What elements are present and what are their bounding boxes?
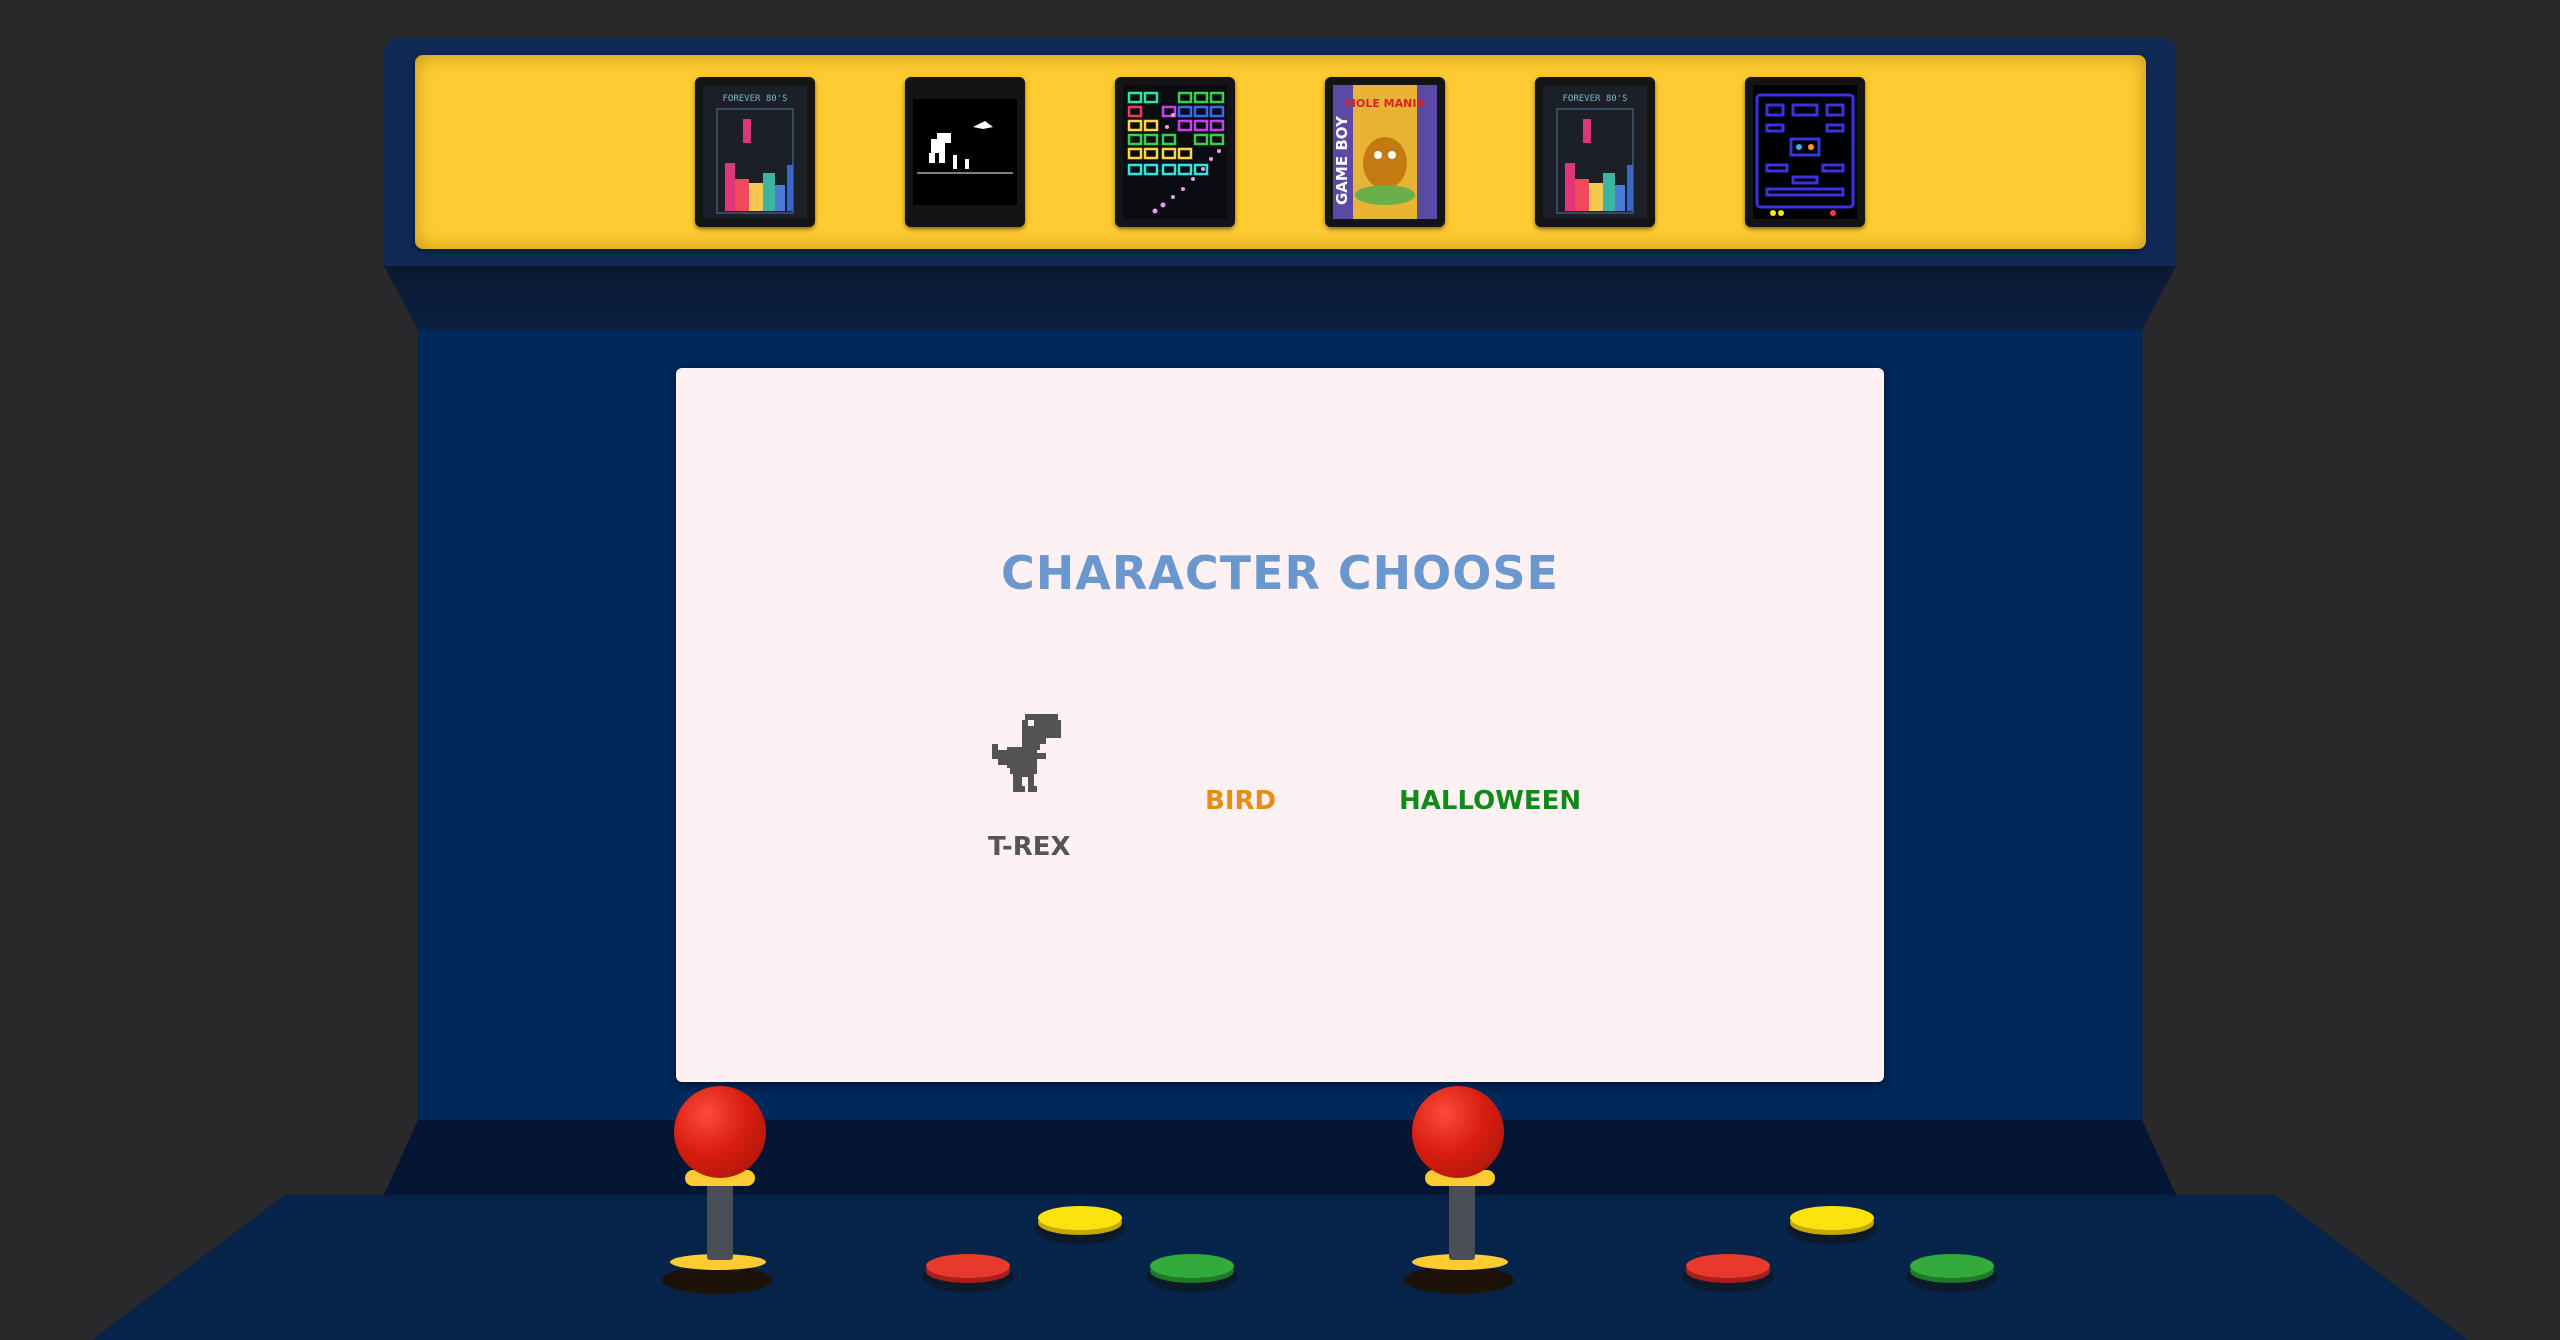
pac-man-cover-icon bbox=[1753, 85, 1857, 219]
dino-cover-icon bbox=[913, 99, 1017, 205]
joystick-shadow bbox=[1404, 1266, 1514, 1294]
player-2-green-button[interactable] bbox=[1910, 1254, 1994, 1278]
joystick-ball-icon[interactable] bbox=[1412, 1086, 1504, 1178]
game-screen: CHARACTER CHOOSE T-REX BIRD HALLOWEEN bbox=[676, 368, 1884, 1082]
tetris-cover-icon: FOREVER 80'S bbox=[703, 85, 807, 219]
player-2-yellow-button[interactable] bbox=[1790, 1206, 1874, 1230]
cabinet-lower-neck bbox=[384, 1120, 2176, 1195]
control-deck bbox=[92, 1195, 2468, 1340]
cartridge-mole-mania[interactable]: GAME BOY MOLE MANIA bbox=[1325, 77, 1445, 227]
screen-title: CHARACTER CHOOSE bbox=[1001, 546, 1559, 600]
cabinet-neck bbox=[384, 266, 2176, 330]
cart-caption: FOREVER 80'S bbox=[722, 94, 787, 104]
joystick-shadow bbox=[662, 1266, 772, 1294]
player-1-red-button[interactable] bbox=[926, 1254, 1010, 1278]
cartridge-brick-breaker[interactable] bbox=[1115, 77, 1235, 227]
player-1-green-button[interactable] bbox=[1150, 1254, 1234, 1278]
cart-caption: MOLE MANIA bbox=[1345, 97, 1425, 110]
mole-mania-cover-icon: GAME BOY MOLE MANIA bbox=[1333, 85, 1437, 219]
brick-breaker-cover-icon bbox=[1123, 85, 1227, 219]
player-1-yellow-button[interactable] bbox=[1038, 1206, 1122, 1230]
cartridge-tetris[interactable]: FOREVER 80'S bbox=[695, 77, 815, 227]
cart-brand: GAME BOY bbox=[1333, 115, 1351, 205]
marquee bbox=[415, 55, 2146, 249]
joystick-shaft bbox=[1449, 1180, 1475, 1260]
cartridge-pac-man[interactable] bbox=[1745, 77, 1865, 227]
character-halloween[interactable]: HALLOWEEN bbox=[1399, 786, 1581, 816]
character-bird[interactable]: BIRD bbox=[1205, 786, 1276, 816]
cartridge-dino[interactable] bbox=[905, 77, 1025, 227]
cart-caption: FOREVER 80'S bbox=[1562, 94, 1627, 104]
t-rex-icon[interactable] bbox=[992, 714, 1064, 792]
character-t-rex[interactable]: T-REX bbox=[988, 832, 1071, 862]
player-2-red-button[interactable] bbox=[1686, 1254, 1770, 1278]
cartridge-tetris-2[interactable]: FOREVER 80'S bbox=[1535, 77, 1655, 227]
tetris-cover-icon: FOREVER 80'S bbox=[1543, 85, 1647, 219]
joystick-ball-icon[interactable] bbox=[674, 1086, 766, 1178]
joystick-shaft bbox=[707, 1180, 733, 1260]
